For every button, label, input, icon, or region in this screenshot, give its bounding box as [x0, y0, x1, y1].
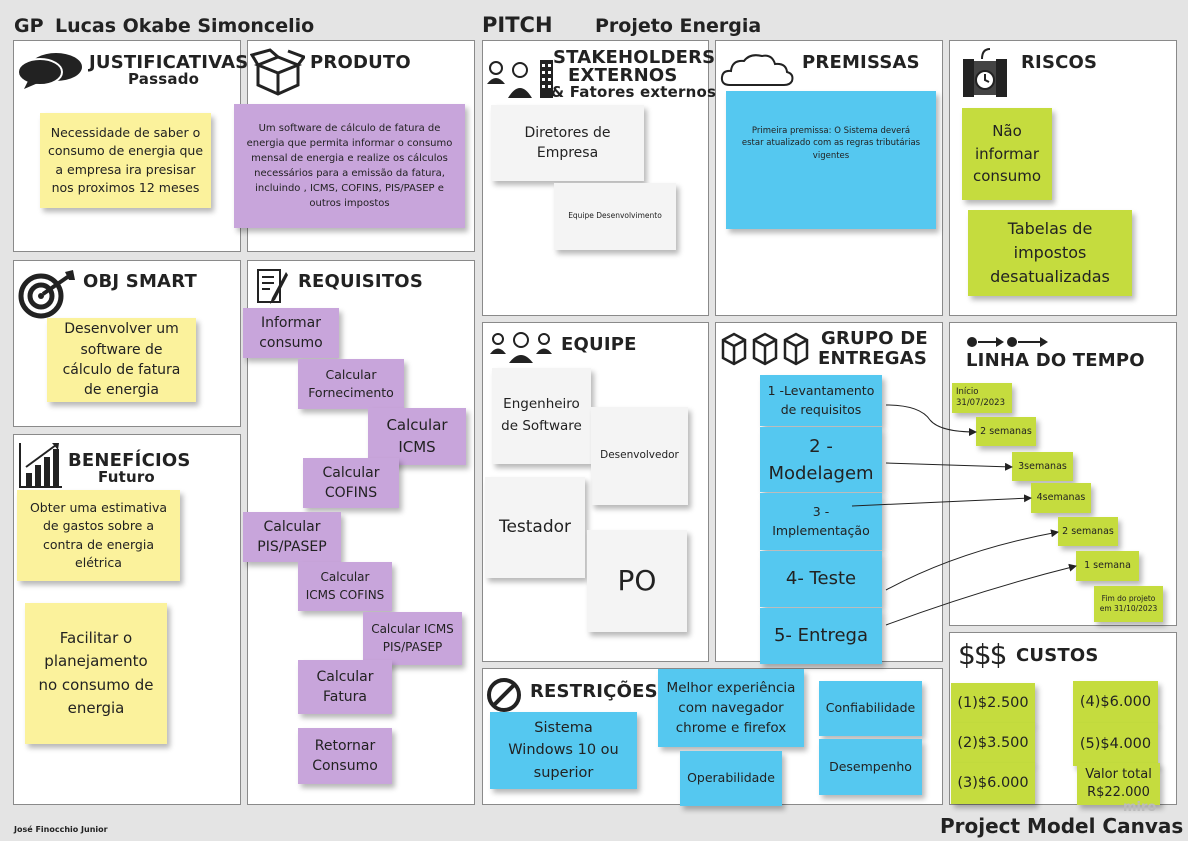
sticky-note[interactable]: Desenvolver um software de cálculo de fa…: [47, 318, 196, 402]
gp-label: GP: [14, 15, 44, 37]
checklist-icon: [257, 269, 288, 304]
sticky-note[interactable]: Calcular PIS/PASEP: [243, 512, 341, 562]
sticky-note[interactable]: 2 semanas: [1058, 517, 1118, 546]
people-building-icon: [487, 60, 553, 98]
sticky-note[interactable]: 4semanas: [1031, 483, 1091, 513]
sticky-note[interactable]: Operabilidade: [680, 751, 782, 806]
sticky-note[interactable]: Primeira premissa: O Sistema deverá esta…: [726, 91, 936, 229]
sticky-note[interactable]: Calcular COFINS: [303, 458, 399, 508]
sticky-note[interactable]: 3semanas: [1012, 452, 1073, 481]
grupo-entregas-title-line1: GRUPO DE: [821, 328, 928, 349]
sticky-note[interactable]: Confiabilidade: [819, 681, 922, 736]
stakeholders-subtitle: & Fatores externos: [551, 83, 717, 101]
sticky-note[interactable]: Engenheiro de Software: [492, 368, 591, 464]
pitch-label: PITCH: [482, 13, 553, 37]
dollar-icon: $$$: [958, 638, 1007, 671]
gp-name: Lucas Okabe Simoncelio: [55, 15, 315, 37]
sticky-note[interactable]: Calcular ICMS COFINS: [298, 562, 392, 611]
sticky-note[interactable]: Calcular ICMS: [368, 408, 466, 465]
sticky-note[interactable]: Informar consumo: [243, 308, 339, 358]
target-icon: [18, 270, 75, 319]
sticky-note[interactable]: (3)$6.000: [951, 763, 1035, 804]
sticky-note[interactable]: Necessidade de saber o consumo de energi…: [40, 113, 211, 208]
sticky-note[interactable]: Equipe Desenvolvimento: [554, 183, 676, 250]
timeline-icon: [967, 337, 1048, 347]
sticky-note[interactable]: 2 semanas: [976, 417, 1036, 446]
sticky-note[interactable]: Calcular Fornecimento: [298, 359, 404, 409]
sticky-note[interactable]: Não informar consumo: [962, 108, 1052, 200]
beneficios-subtitle: Futuro: [98, 468, 155, 486]
requisitos-title: REQUISITOS: [298, 271, 423, 292]
premissas-title: PREMISSAS: [802, 52, 920, 73]
justificativas-subtitle: Passado: [128, 70, 200, 88]
sticky-note[interactable]: 3 - Implementação: [760, 493, 882, 550]
sticky-note[interactable]: PO: [587, 530, 687, 632]
sticky-note[interactable]: (1)$2.500: [951, 683, 1035, 724]
miro-watermark: miro: [1123, 800, 1157, 815]
time-bomb-icon: [963, 48, 1007, 97]
bar-chart-icon: [19, 443, 62, 488]
sticky-note[interactable]: 4- Teste: [760, 551, 882, 607]
sticky-note[interactable]: 2 - Modelagem: [760, 427, 882, 492]
sticky-note[interactable]: Desempenho: [819, 739, 922, 795]
produto-title: PRODUTO: [310, 52, 411, 73]
linha-tempo-title: LINHA DO TEMPO: [966, 350, 1145, 371]
box-icon: [250, 48, 305, 96]
grupo-entregas-title-line2: ENTREGAS: [818, 348, 928, 369]
cloud-icon: [720, 54, 794, 86]
sticky-note[interactable]: Início 31/07/2023: [952, 383, 1012, 413]
sticky-note[interactable]: Tabelas de impostos desatualizadas: [968, 210, 1132, 296]
sticky-note[interactable]: 1 semana: [1076, 551, 1139, 581]
obj-smart-title: OBJ SMART: [83, 271, 197, 292]
sticky-note[interactable]: Valor total R$22.000: [1077, 763, 1160, 805]
prohibited-icon: [487, 678, 521, 712]
sticky-note[interactable]: Obter uma estimativa de gastos sobre a c…: [17, 490, 180, 581]
speech-bubbles-icon: [17, 53, 82, 89]
restricoes-title: RESTRIÇÕES: [530, 681, 658, 702]
custos-title: CUSTOS: [1016, 645, 1099, 666]
sticky-note[interactable]: Um software de cálculo de fatura de ener…: [234, 104, 465, 228]
sticky-note[interactable]: Desenvolvedor: [591, 407, 688, 505]
sticky-note[interactable]: Fim do projeto em 31/10/2023: [1094, 586, 1163, 622]
sticky-note[interactable]: Diretores de Empresa: [491, 105, 644, 181]
sticky-note[interactable]: Testador: [485, 477, 585, 578]
project-name: Projeto Energia: [595, 15, 762, 37]
sticky-note[interactable]: Facilitar o planejamento no consumo de e…: [25, 603, 167, 744]
sticky-note[interactable]: Melhor experiência com navegador chrome …: [658, 669, 804, 747]
sticky-note[interactable]: Calcular Fatura: [298, 660, 392, 714]
canvas-title: Project Model Canvas: [940, 814, 1184, 838]
sticky-note[interactable]: 1 -Levantamento de requisitos: [760, 375, 882, 426]
sticky-note[interactable]: 5- Entrega: [760, 608, 882, 664]
packages-icon: [721, 332, 809, 366]
equipe-title: EQUIPE: [561, 334, 637, 355]
riscos-title: RISCOS: [1021, 52, 1098, 73]
sticky-note[interactable]: Calcular ICMS PIS/PASEP: [363, 612, 462, 665]
sticky-note[interactable]: Retornar Consumo: [298, 728, 392, 784]
author-credit: José Finocchio Junior: [14, 825, 108, 834]
sticky-note[interactable]: (2)$3.500: [951, 723, 1035, 764]
sticky-note[interactable]: (5)$4.000: [1073, 723, 1158, 766]
team-icon: [490, 332, 552, 363]
sticky-note[interactable]: (4)$6.000: [1073, 681, 1158, 724]
sticky-note[interactable]: Sistema Windows 10 ou superior: [490, 712, 637, 789]
